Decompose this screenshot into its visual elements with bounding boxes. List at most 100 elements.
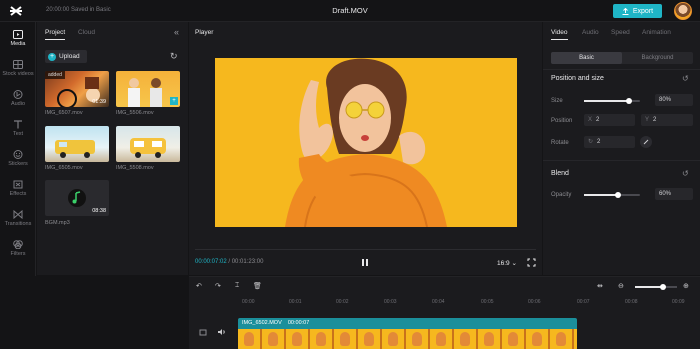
nav-effects[interactable]: Effects — [0, 178, 36, 204]
timeline-gutter — [0, 276, 188, 349]
nav-audio[interactable]: Audio — [0, 88, 36, 114]
position-size-title: Position and size — [551, 75, 604, 82]
fullscreen-icon[interactable] — [527, 258, 536, 267]
speaker-icon[interactable] — [217, 328, 226, 336]
tab-speed[interactable]: Speed — [611, 29, 630, 36]
media-filename: IMG_6505.mov — [45, 165, 83, 171]
size-slider[interactable] — [584, 98, 640, 104]
transitions-icon — [13, 210, 23, 219]
tab-audio[interactable]: Audio — [582, 29, 599, 36]
car-image — [130, 138, 166, 158]
reset-icon[interactable]: ↺ — [682, 74, 689, 83]
project-title[interactable]: Draft.MOV — [0, 6, 700, 15]
total-time: 00:01:23:00 — [231, 259, 264, 265]
zoom-slider[interactable] — [635, 284, 677, 290]
media-filename: IMG_6507.mov — [45, 110, 83, 116]
reset-icon[interactable]: ↺ — [682, 169, 689, 178]
add-to-timeline-icon[interactable]: + — [170, 97, 178, 105]
nav-audio-label: Audio — [10, 101, 26, 107]
ruler-tick: 00:06 — [528, 299, 541, 305]
nav-transitions[interactable]: Transitions — [0, 208, 36, 234]
rotate-input[interactable]: ↻ 2 — [584, 136, 635, 148]
nav-media-label: Media — [10, 41, 26, 47]
opacity-label: Opacity — [551, 192, 572, 198]
delete-icon[interactable]: 🗑 — [253, 282, 262, 290]
opacity-input[interactable]: 60% — [655, 188, 693, 200]
basic-background-toggle: Basic Background — [551, 52, 693, 64]
zoom-out-icon[interactable]: ⊖ — [618, 282, 624, 290]
blend-title: Blend — [551, 170, 569, 177]
user-avatar[interactable] — [674, 2, 692, 20]
media-thumb-img-5508[interactable] — [116, 126, 180, 162]
media-panel: Project Cloud « + Upload ↻ added 01:39 I… — [37, 22, 188, 275]
timeline-ruler[interactable]: 00:00 00:01 00:02 00:03 00:04 00:05 00:0… — [238, 299, 698, 307]
filters-icon — [13, 240, 23, 249]
size-slider-knob[interactable] — [625, 98, 632, 104]
export-button[interactable]: Export — [613, 4, 662, 18]
video-clip[interactable]: IMG_6502.MOV 00:00:07 — [238, 318, 577, 349]
media-thumb-bgm[interactable]: 08:38 — [45, 180, 109, 216]
playback-scrubber[interactable] — [195, 249, 536, 250]
player-title: Player — [195, 29, 214, 36]
position-y-input[interactable]: Y2 — [641, 114, 693, 126]
media-filename: BGM.mp3 — [45, 220, 70, 226]
nav-media[interactable]: Media — [0, 28, 36, 54]
position-label: Position — [551, 118, 573, 124]
pause-icon[interactable] — [361, 258, 369, 267]
tab-video[interactable]: Video — [551, 29, 568, 40]
added-tag: added — [45, 71, 65, 79]
nav-transitions-label: Transitions — [4, 221, 32, 227]
export-icon — [622, 7, 629, 15]
aspect-ratio-value: 16:9 — [497, 260, 510, 267]
media-thumb-img-6507[interactable]: added 01:39 — [45, 71, 109, 107]
zoom-slider-knob[interactable] — [660, 284, 666, 290]
nav-stickers[interactable]: Stickers — [0, 148, 36, 174]
track-lock-icon[interactable] — [199, 328, 207, 336]
player-panel: Player 00:00:07:02 / 00:01:23:00 16:9 ⌄ — [189, 22, 542, 275]
chevron-down-icon: ⌄ — [511, 260, 517, 267]
opacity-slider-knob[interactable] — [614, 192, 621, 198]
zoom-in-icon[interactable]: ⊕ — [683, 282, 689, 290]
media-thumb-img-6505[interactable] — [45, 126, 109, 162]
undo-icon[interactable]: ↶ — [196, 282, 202, 290]
playback-timecode: 00:00:07:02 / 00:01:23:00 — [195, 259, 264, 265]
nav-filters[interactable]: Filters — [0, 238, 36, 264]
redo-icon[interactable]: ↷ — [215, 282, 221, 290]
nav-stickers-label: Stickers — [8, 161, 28, 167]
split-icon[interactable]: ⌶ — [235, 282, 239, 290]
clip-name: IMG_6502.MOV — [242, 320, 282, 326]
tab-animation[interactable]: Animation — [642, 29, 671, 36]
aspect-ratio-select[interactable]: 16:9 ⌄ — [497, 259, 517, 267]
media-filename: IMG_5508.mov — [116, 165, 154, 171]
ruler-tick: 00:05 — [481, 299, 494, 305]
media-icon — [13, 30, 23, 39]
size-slider-fill — [584, 100, 629, 102]
rotate-label: Rotate — [551, 140, 569, 146]
zoom-slider-fill — [635, 286, 663, 288]
ruler-tick: 00:01 — [289, 299, 302, 305]
ruler-tick: 00:09 — [672, 299, 685, 305]
fit-timeline-icon[interactable]: ⇹ — [597, 282, 603, 290]
rotate-flip-button[interactable] — [640, 136, 652, 148]
media-thumb-img-5506[interactable]: + — [116, 71, 180, 107]
nav-text[interactable]: Text — [0, 118, 36, 144]
ruler-tick: 00:08 — [625, 299, 638, 305]
nav-stock-videos[interactable]: Stock videos — [0, 58, 36, 84]
position-x-input[interactable]: X2 — [584, 114, 635, 126]
ruler-tick: 00:07 — [577, 299, 590, 305]
size-label: Size — [551, 98, 563, 104]
segment-basic[interactable]: Basic — [551, 52, 622, 64]
tab-cloud[interactable]: Cloud — [78, 29, 95, 36]
woman-peace-sign-image — [215, 58, 517, 227]
size-input[interactable]: 80% — [655, 94, 693, 106]
segment-background[interactable]: Background — [622, 52, 693, 64]
clip-time: 00:00:07 — [287, 320, 310, 326]
video-preview[interactable] — [215, 58, 517, 227]
plus-icon: + — [48, 52, 56, 61]
collapse-panel-icon[interactable]: « — [174, 27, 179, 37]
refresh-icon[interactable]: ↻ — [170, 51, 178, 62]
tab-project[interactable]: Project — [45, 29, 66, 40]
upload-button[interactable]: + Upload — [45, 50, 87, 63]
text-icon — [14, 120, 22, 129]
opacity-slider[interactable] — [584, 192, 640, 198]
